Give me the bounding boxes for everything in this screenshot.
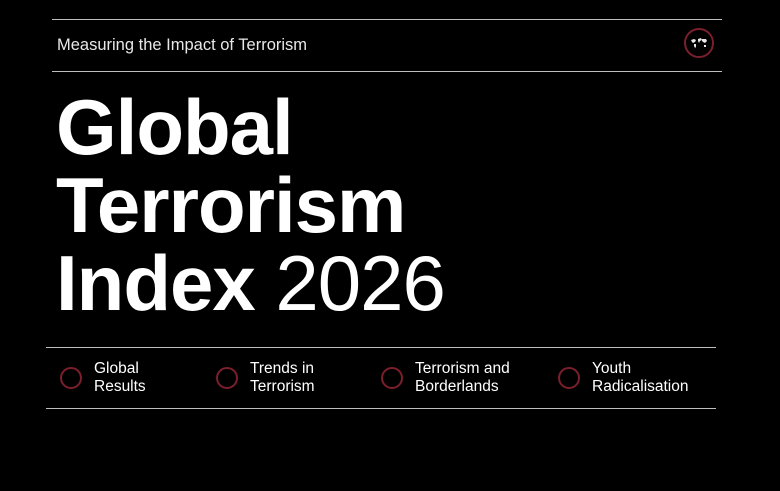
section-terrorism-and-borderlands[interactable]: Terrorism and Borderlands [381, 360, 510, 396]
circle-ring-icon [216, 367, 238, 389]
section-label-line2: Radicalisation [592, 378, 689, 395]
circle-ring-icon [558, 367, 580, 389]
section-label-line2: Borderlands [415, 378, 499, 395]
section-label-line1: Terrorism and [415, 360, 510, 377]
section-label: Terrorism and Borderlands [415, 360, 510, 396]
header-divider [52, 71, 722, 72]
section-label: Trends in Terrorism [250, 360, 315, 396]
title-year: 2026 [275, 239, 446, 327]
section-label-line1: Global [94, 360, 139, 377]
section-trends-in-terrorism[interactable]: Trends in Terrorism [216, 360, 315, 396]
top-divider [52, 19, 722, 20]
circle-ring-icon [60, 367, 82, 389]
report-title: Global Terrorism Index 2026 [56, 88, 616, 322]
sections-bottom-divider [46, 408, 716, 409]
section-label: Global Results [94, 360, 146, 396]
section-label-line1: Youth [592, 360, 632, 377]
section-list: Global Results Trends in Terrorism Terro… [58, 360, 718, 400]
section-label: Youth Radicalisation [592, 360, 689, 396]
title-line-global: Global [56, 83, 294, 171]
title-line-index-year: Index 2026 [56, 244, 616, 322]
circle-ring-icon [381, 367, 403, 389]
world-map-logo-icon [684, 28, 714, 58]
title-line-terrorism: Terrorism [56, 161, 406, 249]
section-youth-radicalisation[interactable]: Youth Radicalisation [558, 360, 689, 396]
section-label-line2: Terrorism [250, 378, 315, 395]
section-global-results[interactable]: Global Results [60, 360, 146, 396]
report-subtitle: Measuring the Impact of Terrorism [57, 36, 308, 54]
world-map-glyph-icon [691, 38, 707, 48]
section-label-line2: Results [94, 378, 146, 395]
section-label-line1: Trends in [250, 360, 315, 377]
title-word-index: Index [56, 239, 256, 327]
sections-top-divider [46, 347, 716, 348]
